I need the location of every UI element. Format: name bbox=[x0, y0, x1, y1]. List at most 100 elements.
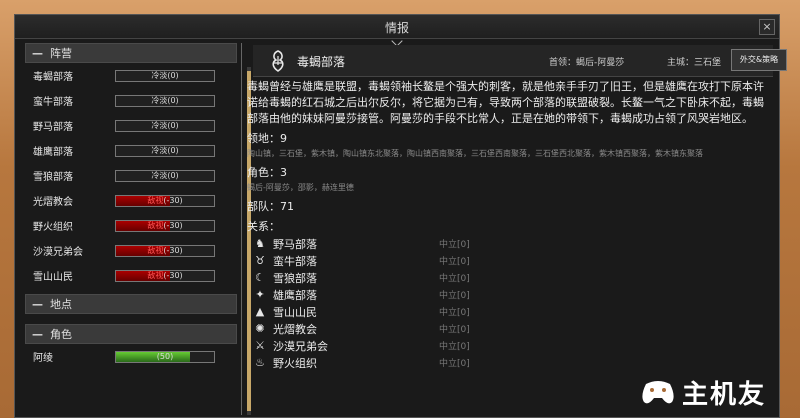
territory-label: 领地：9 bbox=[247, 132, 287, 145]
section-header-characters[interactable]: — 角色 bbox=[25, 324, 237, 344]
relation-bar-text: 冷淡(0) bbox=[151, 95, 179, 105]
relation-row[interactable]: ♨ 野火组织 中立[0] bbox=[247, 354, 767, 371]
faction-row[interactable]: 蛮牛部落 冷淡(0) bbox=[25, 88, 237, 113]
relation-row[interactable]: ♞ 野马部落 中立[0] bbox=[247, 235, 767, 252]
faction-row[interactable]: 沙漠兄弟会 敌视(-30) bbox=[25, 238, 237, 263]
watermark-text: 主机友 bbox=[682, 379, 767, 410]
faction-row[interactable]: 野马部落 冷淡(0) bbox=[25, 113, 237, 138]
relation-bar-text: 冷淡(0) bbox=[151, 70, 179, 80]
faction-leader: 首领：蝎后-阿曼莎 bbox=[549, 58, 625, 68]
relation-bar-text: 敌视(-30) bbox=[147, 270, 183, 280]
character-row[interactable]: 阿绫 (50) bbox=[25, 344, 237, 369]
relation-status: 中立[0] bbox=[439, 257, 470, 267]
territory-list: 陶山镇，三石堡，紫木镇，陶山镇东北聚落，陶山镇西南聚落，三石堡西南聚落，三石堡西… bbox=[247, 149, 703, 158]
relation-row[interactable]: ♉ 蛮牛部落 中立[0] bbox=[247, 252, 767, 269]
faction-name: 野马部落 bbox=[33, 122, 73, 133]
faction-list: 毒蝎部落 冷淡(0) 蛮牛部落 冷淡(0) 野马部落 冷淡(0) 雄鹰部落 冷淡(0) 雪狼部落… bbox=[25, 63, 237, 288]
section-title: 角色 bbox=[50, 328, 72, 341]
mountain-icon: ▲ bbox=[255, 305, 265, 318]
faction-name: 野火组织 bbox=[33, 222, 73, 233]
intel-window: 情报 × — 阵营 毒蝎部落 冷淡(0) 蛮牛部落 冷淡(0) 野马部落 冷淡(0) 雄鹰部… bbox=[14, 14, 787, 418]
troops-label: 部队：71 bbox=[247, 200, 294, 213]
section-header-factions[interactable]: — 阵营 bbox=[25, 43, 237, 63]
relation-bar-text: 敌视(-30) bbox=[147, 195, 183, 205]
faction-detail-content: 毒蝎曾经与雄鹰是联盟，毒蝎领袖长鳌是个强大的刺客，就是他亲手手刃了旧王，但是雄鹰… bbox=[247, 79, 767, 371]
horse-icon: ♞ bbox=[255, 237, 265, 250]
relation-faction-name: 野马部落 bbox=[273, 237, 317, 251]
scorpion-icon bbox=[272, 50, 284, 72]
relation-bar-text: (50) bbox=[156, 351, 174, 361]
relation-bar-text: 敌视(-30) bbox=[147, 245, 183, 255]
faction-name: 蛮牛部落 bbox=[33, 97, 73, 108]
relation-status: 中立[0] bbox=[439, 325, 470, 335]
relation-faction-name: 雪山山民 bbox=[273, 305, 317, 319]
relation-bar: 冷淡(0) bbox=[115, 69, 215, 82]
faction-name: 光熠教会 bbox=[33, 197, 73, 208]
section-title: 阵营 bbox=[50, 47, 72, 60]
relation-bar: (50) bbox=[115, 350, 215, 363]
relation-bar-text: 冷淡(0) bbox=[151, 170, 179, 180]
relation-bar: 敌视(-30) bbox=[115, 269, 215, 282]
faction-row[interactable]: 野火组织 敌视(-30) bbox=[25, 213, 237, 238]
relation-row[interactable]: ⚔ 沙漠兄弟会 中立[0] bbox=[247, 337, 767, 354]
faction-row[interactable]: 光熠教会 敌视(-30) bbox=[25, 188, 237, 213]
faction-name: 毒蝎部落 bbox=[297, 55, 346, 69]
faction-detail-header: 毒蝎部落 首领：蝎后-阿曼莎 主城：三石堡 外交&策略 bbox=[253, 45, 787, 77]
sun-icon: ✺ bbox=[255, 322, 265, 335]
character-name: 阿绫 bbox=[33, 353, 53, 364]
collapse-icon: — bbox=[32, 297, 43, 311]
faction-row[interactable]: 雪山山民 敌视(-30) bbox=[25, 263, 237, 288]
relation-faction-name: 雪狼部落 bbox=[273, 271, 317, 285]
relation-faction-name: 野火组织 bbox=[273, 356, 317, 370]
faction-description: 毒蝎曾经与雄鹰是联盟，毒蝎领袖长鳌是个强大的刺客，就是他亲手手刃了旧王，但是雄鹰… bbox=[247, 80, 764, 125]
relation-row[interactable]: ▲ 雪山山民 中立[0] bbox=[247, 303, 767, 320]
section-header-places[interactable]: — 地点 bbox=[25, 294, 237, 314]
relation-status: 中立[0] bbox=[439, 274, 470, 284]
relation-status: 中立[0] bbox=[439, 291, 470, 301]
faction-row[interactable]: 毒蝎部落 冷淡(0) bbox=[25, 63, 237, 88]
faction-main-city: 主城：三石堡 bbox=[667, 58, 722, 68]
collapse-icon: — bbox=[32, 327, 43, 341]
relation-faction-name: 雄鹰部落 bbox=[273, 288, 317, 302]
relations-list: ♞ 野马部落 中立[0] ♉ 蛮牛部落 中立[0] ☾ 雪狼部落 中立[0] ✦ 雄鹰部落 中立[0]… bbox=[247, 235, 767, 371]
window-title: 情报 bbox=[384, 21, 409, 35]
relation-bar: 冷淡(0) bbox=[115, 94, 215, 107]
faction-name: 沙漠兄弟会 bbox=[33, 247, 83, 258]
relation-bar: 敌视(-30) bbox=[115, 219, 215, 232]
panel-divider bbox=[241, 43, 242, 415]
relation-status: 中立[0] bbox=[439, 342, 470, 352]
relation-bar: 冷淡(0) bbox=[115, 169, 215, 182]
relation-status: 中立[0] bbox=[439, 240, 470, 250]
collapse-icon: — bbox=[32, 46, 43, 60]
bull-icon: ♉ bbox=[255, 254, 265, 267]
relation-status: 中立[0] bbox=[439, 359, 470, 369]
faction-name: 雄鹰部落 bbox=[33, 147, 73, 158]
diplomacy-strategy-button[interactable]: 外交&策略 bbox=[731, 49, 787, 71]
relation-row[interactable]: ✺ 光熠教会 中立[0] bbox=[247, 320, 767, 337]
relation-row[interactable]: ☾ 雪狼部落 中立[0] bbox=[247, 269, 767, 286]
flame-icon: ♨ bbox=[255, 356, 265, 369]
relation-bar: 冷淡(0) bbox=[115, 119, 215, 132]
relation-row[interactable]: ✦ 雄鹰部落 中立[0] bbox=[247, 286, 767, 303]
eagle-icon: ✦ bbox=[255, 288, 265, 301]
relation-bar: 敌视(-30) bbox=[115, 194, 215, 207]
relation-bar: 敌视(-30) bbox=[115, 244, 215, 257]
relation-bar-text: 冷淡(0) bbox=[151, 120, 179, 130]
roles-list: 蝎后-阿曼莎，邵影，赫连里德 bbox=[247, 183, 354, 192]
relation-faction-name: 沙漠兄弟会 bbox=[273, 339, 328, 353]
relation-bar-text: 敌视(-30) bbox=[147, 220, 183, 230]
wolf-icon: ☾ bbox=[255, 271, 265, 284]
faction-name: 雪山山民 bbox=[33, 272, 73, 283]
watermark: 主机友 bbox=[640, 372, 790, 412]
character-list: 阿绫 (50) bbox=[25, 344, 237, 369]
faction-row[interactable]: 雪狼部落 冷淡(0) bbox=[25, 163, 237, 188]
swords-icon: ⚔ bbox=[255, 339, 265, 352]
relation-faction-name: 光熠教会 bbox=[273, 322, 317, 336]
faction-name: 毒蝎部落 bbox=[33, 72, 73, 83]
relation-bar: 冷淡(0) bbox=[115, 144, 215, 157]
relation-status: 中立[0] bbox=[439, 308, 470, 318]
close-button[interactable]: × bbox=[759, 19, 775, 35]
left-panel: — 阵营 毒蝎部落 冷淡(0) 蛮牛部落 冷淡(0) 野马部落 冷淡(0) 雄鹰部落 冷淡(0… bbox=[25, 43, 237, 415]
faction-row[interactable]: 雄鹰部落 冷淡(0) bbox=[25, 138, 237, 163]
close-icon: × bbox=[762, 20, 772, 33]
